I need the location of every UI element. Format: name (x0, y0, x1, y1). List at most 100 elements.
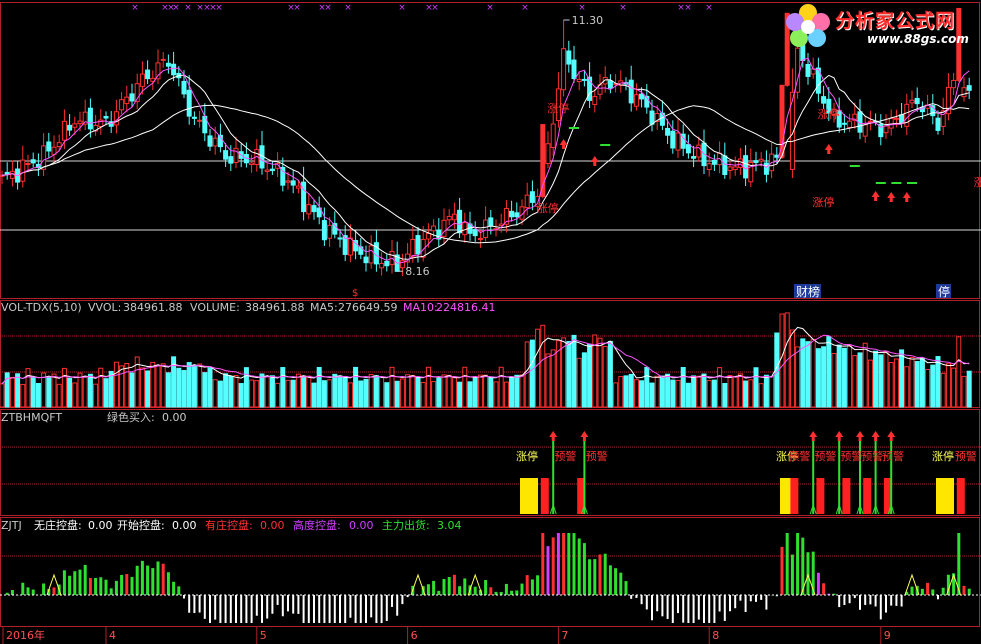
signal-bar-red (790, 478, 799, 514)
volume-bar (961, 375, 967, 408)
volume-bar (202, 372, 208, 408)
volume-bar (514, 374, 520, 408)
candle (961, 87, 967, 98)
control-indicator-name[interactable]: ZJTJ (1, 519, 22, 532)
volume-bar (145, 370, 151, 408)
volume-bar (623, 375, 629, 408)
flower-icon (786, 4, 830, 47)
control-item-label: 无庄控盘: (34, 518, 82, 532)
volume-bar (72, 382, 78, 408)
candle (212, 137, 218, 147)
candle (249, 162, 255, 166)
up-arrow-icon (902, 192, 911, 202)
volume-bar (571, 334, 577, 408)
volume-bar (280, 367, 286, 408)
volume-bar (763, 374, 769, 408)
candle (368, 245, 374, 264)
volume-bar (332, 373, 338, 408)
volume-bar (321, 380, 327, 408)
volume-bar (685, 382, 691, 408)
candle (706, 163, 712, 171)
candle (711, 159, 717, 165)
signal-warning-text: 预警 (554, 449, 576, 463)
buy-label: 绿色买入: (107, 410, 155, 424)
volume-bar (301, 375, 307, 408)
candle (228, 156, 234, 164)
volume-bar (847, 345, 853, 408)
candle (883, 125, 889, 134)
volume-bar (951, 367, 957, 408)
axis-tick-label: 2016年 (6, 628, 45, 642)
candle (186, 89, 192, 117)
candle (639, 93, 645, 100)
candle (743, 155, 749, 179)
volume-bar (566, 340, 572, 408)
volume-label: VOLUME: (190, 301, 240, 314)
volume-bar (519, 374, 525, 408)
volume-bar (717, 367, 723, 408)
axis-tick-label: 5 (260, 629, 267, 642)
candle (290, 180, 296, 186)
volume-bar (654, 375, 660, 408)
volume-bar (529, 339, 535, 408)
volume-bar (410, 375, 416, 408)
volume-bar (363, 378, 369, 408)
volume-bar (883, 351, 889, 408)
candle (181, 80, 187, 95)
volume-bar (878, 354, 884, 408)
candle (477, 237, 483, 240)
candle (103, 116, 109, 119)
volume-bar (862, 342, 868, 408)
volume-bar (909, 356, 915, 408)
candle (696, 144, 702, 158)
volume-bar (722, 382, 728, 408)
candle (25, 163, 31, 166)
volume-bar (254, 380, 260, 408)
volume-bar (488, 377, 494, 408)
volume-bar (415, 376, 421, 408)
signal-indicator-name[interactable]: ZTBHMQFT (1, 411, 62, 424)
volume-bar (810, 338, 816, 408)
candle (649, 110, 655, 125)
up-arrow-icon (871, 431, 880, 441)
volume-bar (665, 373, 671, 408)
volume-bar (399, 378, 405, 408)
volume-bar (176, 367, 182, 408)
volume-bar (269, 375, 275, 408)
volume-bar (873, 350, 879, 408)
candle (129, 93, 135, 102)
candle (665, 127, 671, 136)
volume-bar (61, 367, 67, 408)
volume-bar (696, 375, 702, 408)
volume-bar (384, 382, 390, 408)
logo-url[interactable]: www.88gs.com (867, 32, 969, 46)
candle (145, 69, 151, 80)
candle (727, 166, 733, 172)
event-tag: $ (352, 288, 358, 299)
candle (737, 158, 743, 168)
volume-bar (940, 372, 946, 408)
candle (888, 117, 894, 129)
volume-bar (743, 380, 749, 408)
volume-indicator-name[interactable]: VOL-TDX(5,10) (1, 301, 82, 314)
volume-bar (956, 336, 962, 408)
candle (509, 210, 515, 218)
volume-bar (316, 366, 322, 408)
volume-bar (108, 370, 114, 408)
volume-bar (9, 376, 15, 408)
candle (379, 262, 385, 269)
up-arrow-icon (549, 431, 558, 441)
axis-tick-label: 9 (884, 629, 891, 642)
candle (197, 119, 203, 122)
candle (914, 97, 920, 105)
vvol-label: VVOL: (88, 301, 121, 314)
control-item-label: 开始控盘: (117, 518, 165, 532)
control-item-value: 0.00 (172, 519, 197, 532)
volume-bar (644, 366, 650, 408)
axis-tick-label: 6 (411, 629, 418, 642)
candle (633, 94, 639, 107)
volume-bar (815, 348, 821, 408)
candle (425, 232, 431, 240)
control-item-label: 主力出货: (382, 518, 430, 532)
volume-bar (25, 368, 31, 408)
